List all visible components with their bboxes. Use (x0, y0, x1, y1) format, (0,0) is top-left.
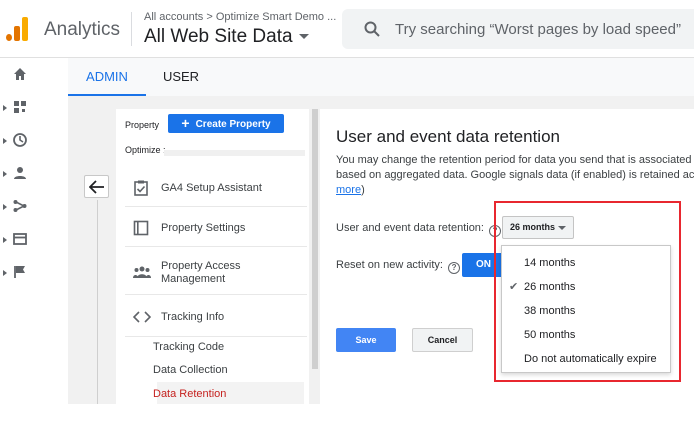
behavior-icon (13, 233, 27, 245)
description-suffix: ) (361, 184, 365, 196)
rail-customization[interactable] (0, 98, 40, 120)
sub-item-data-retention[interactable]: Data Retention (153, 388, 226, 400)
nav-item-label-line1: Property Access (161, 260, 241, 272)
expand-arrow-icon (3, 105, 7, 111)
create-property-button[interactable]: + Create Property (168, 114, 284, 133)
plus-icon: + (181, 115, 190, 131)
rail-audience[interactable] (0, 164, 40, 186)
realtime-clock-icon (13, 133, 27, 147)
page-title: User and event data retention (336, 127, 560, 146)
create-property-label: Create Property (195, 119, 271, 130)
help-icon[interactable]: ? (448, 262, 461, 274)
top-header: Analytics All accounts > Optimize Smart … (0, 0, 694, 58)
acquisition-icon (13, 200, 27, 212)
nav-ga4-setup-assistant[interactable]: GA4 Setup Assistant (125, 169, 307, 207)
nav-property-access-management[interactable]: Property Access Management (125, 249, 307, 295)
analytics-admin-screen: Analytics All accounts > Optimize Smart … (0, 0, 694, 424)
nav-tracking-info[interactable]: Tracking Info (125, 297, 307, 337)
nav-item-label: Tracking Info (161, 311, 225, 323)
reset-row-label: Reset on new activity: ? (336, 259, 461, 274)
home-icon (14, 68, 26, 80)
account-view-selector[interactable]: All Web Site Data (144, 26, 309, 48)
expand-arrow-icon (3, 171, 7, 177)
reset-label: Reset on new activity: (336, 259, 443, 271)
nav-item-label: Property Settings (161, 222, 246, 234)
conversions-flag-icon (14, 266, 25, 278)
nav-tree-line (97, 200, 98, 404)
search-box[interactable]: Try searching “Worst pages by load speed… (342, 9, 694, 49)
expand-arrow-icon (3, 138, 7, 144)
admin-tabs: ADMIN USER (68, 58, 694, 96)
code-icon (133, 311, 151, 323)
customization-icon (14, 101, 26, 113)
property-nav-column: Property + Create Property Optimize : GA4… (116, 109, 309, 404)
sub-item-tracking-code[interactable]: Tracking Code (153, 341, 224, 353)
breadcrumb[interactable]: All accounts > Optimize Smart Demo ... (144, 11, 336, 23)
rail-behavior[interactable] (0, 230, 40, 252)
description-line-3: more) (336, 183, 694, 198)
property-selector[interactable] (164, 150, 305, 156)
caret-down-icon (298, 34, 309, 40)
property-selector-label: Optimize : (125, 145, 166, 155)
settings-square-icon (133, 220, 149, 236)
rail-home[interactable] (0, 65, 40, 87)
expand-arrow-icon (3, 237, 7, 243)
back-button[interactable] (84, 175, 109, 198)
left-nav-rail (0, 58, 40, 424)
header-divider (131, 12, 132, 46)
save-button[interactable]: Save (336, 328, 396, 352)
description-line-2: based on aggregated data. Google signals… (336, 169, 694, 181)
property-label: Property (125, 120, 160, 130)
nav-item-label: GA4 Setup Assistant (161, 182, 262, 194)
account-view-label: All Web Site Data (144, 26, 293, 47)
bottom-whitespace (0, 404, 694, 424)
app-name: Analytics (44, 19, 121, 40)
tab-user[interactable]: USER (146, 58, 216, 96)
analytics-logo-icon (6, 17, 28, 41)
retention-row-label: User and event data retention: ? (336, 222, 502, 237)
arrow-left-icon (89, 180, 104, 194)
expand-arrow-icon (3, 204, 7, 210)
audience-person-icon (14, 167, 26, 179)
nav-item-label-line2: Management (161, 273, 226, 285)
people-icon (133, 266, 151, 278)
annotation-highlight-box (494, 201, 681, 382)
learn-more-link[interactable]: more (336, 184, 361, 196)
retention-description: You may change the retention period for … (336, 153, 694, 198)
rail-conversions[interactable] (0, 263, 40, 285)
column-scrollbar[interactable] (312, 109, 318, 369)
search-icon (364, 21, 380, 37)
description-line-1: You may change the retention period for … (336, 154, 692, 166)
expand-arrow-icon (3, 270, 7, 276)
tab-admin[interactable]: ADMIN (68, 58, 146, 96)
search-placeholder: Try searching “Worst pages by load speed… (395, 21, 681, 38)
rail-acquisition[interactable] (0, 197, 40, 219)
cancel-button[interactable]: Cancel (412, 328, 473, 352)
sub-item-data-collection[interactable]: Data Collection (153, 364, 228, 376)
nav-property-settings[interactable]: Property Settings (125, 209, 307, 247)
rail-realtime[interactable] (0, 131, 40, 153)
retention-label: User and event data retention: (336, 222, 484, 234)
checklist-icon (134, 180, 148, 196)
